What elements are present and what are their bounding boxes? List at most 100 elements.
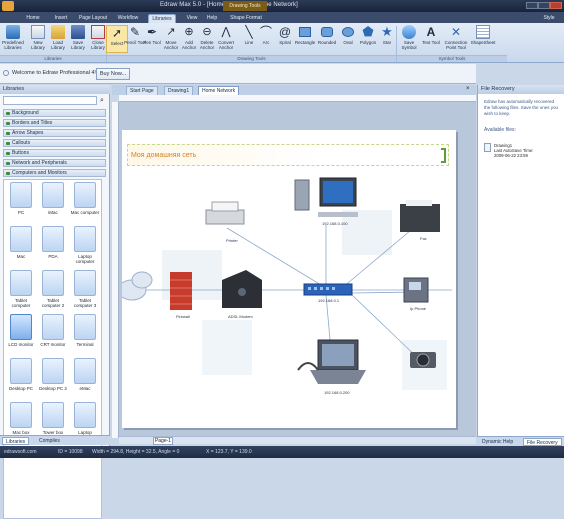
desktop-pc-icon [42,358,64,384]
convert-anchor-button[interactable]: ⋀ Convert Anchor [215,25,237,50]
message-bar: Welcome to Edraw Professional 4! Buy Now… [0,64,476,84]
fax-device[interactable] [400,200,440,232]
shape-pda[interactable]: PDA [38,226,68,268]
text-tool-button[interactable]: A Text Tool [420,25,442,45]
buy-now-button[interactable]: Buy Now... [96,68,130,80]
file-recovery-pane: File Recovery Edraw has automatically re… [477,85,564,436]
shape-tablet-computer-3[interactable]: Tablet computer 3 [70,270,100,312]
category-callouts[interactable]: Callouts [3,139,106,147]
spiral-tool-button[interactable]: @ Spiral [274,25,296,45]
tablet-icon [42,270,64,296]
shape-lcd-monitor[interactable]: LCD monitor [6,314,36,356]
rounded-tool-button[interactable]: Rounded [316,25,338,45]
tab-shape-format[interactable]: Shape Format [226,14,266,23]
tower-box-icon [42,402,64,428]
firewall-device[interactable] [170,272,192,310]
category-background[interactable]: Background [3,109,106,117]
doc-tab-home-network[interactable]: Home Network [198,86,240,95]
minimize-button[interactable] [526,2,538,9]
category-arrow-shapes[interactable]: Arrow Shapes [3,129,106,137]
predefined-libraries-button[interactable]: Predefined Libraries [2,25,24,50]
star-tool-button[interactable]: ★ Star [376,25,398,46]
shapesheet-button[interactable]: ShapeSheet [470,25,496,45]
tab-dynamic-help[interactable]: Dynamic Help [479,438,516,446]
save-library-button[interactable]: Save Library [67,25,89,50]
status-bar: edrawsoft.com ID = 10098 Width = 294.8, … [0,446,564,458]
welcome-text: Welcome to Edraw Professional 4! [12,70,96,76]
tab-compiles[interactable]: Compiles [36,437,63,445]
headset-device[interactable] [297,362,319,371]
maximize-button[interactable] [538,2,550,9]
new-library-icon [31,25,45,39]
close-library-icon [91,25,105,39]
desktop-pc-icon [10,358,32,384]
shape-crt-monitor[interactable]: CRT monitor [38,314,68,356]
shape-desktop-pc[interactable]: Desktop PC [6,358,36,400]
category-icon [6,132,10,135]
lcd-monitor-icon [10,314,32,340]
shape-tablet-computer[interactable]: Tablet computer [6,270,36,312]
recovery-description: Edraw has automatically recovered the fo… [484,99,559,116]
load-library-button[interactable]: Load Library [47,25,69,50]
shape-imac[interactable]: iMac [38,182,68,224]
save-symbol-button[interactable]: Save Symbol [398,25,420,50]
tab-home[interactable]: Home [22,14,44,23]
shape-laptop-computer[interactable]: Laptop computer [70,226,100,268]
shape-desktop-pc-2[interactable]: Desktop PC 2 [38,358,68,400]
camera-device[interactable] [410,352,436,368]
shape-terminal[interactable]: Terminal [70,314,100,356]
category-computers-and-monitors[interactable]: Computers and Monitors [3,169,106,177]
tab-view[interactable]: View [182,14,202,23]
page-tab-1[interactable]: Page-1 [153,437,173,445]
drawing-page[interactable]: Моя домашняя сеть Printer 192.168.0.100 … [122,130,456,428]
horizontal-scrollbar[interactable]: Page-1 [119,436,476,445]
new-library-button[interactable]: New Library [27,25,49,50]
shape-tablet-computer-2[interactable]: Tablet computer 2 [38,270,68,312]
tab-libraries[interactable]: Libraries [148,14,176,23]
shape-mac[interactable]: Mac [6,226,36,268]
oval-tool-button[interactable]: Oval [337,25,359,45]
tab-workflow[interactable]: Workflow [114,14,142,23]
shapesheet-icon [476,25,490,39]
shape-mac-computer[interactable]: Mac computer [70,182,100,224]
doc-tab-start-page[interactable]: Start Page [126,86,158,95]
router-device[interactable] [303,283,353,296]
shape-emac[interactable]: eMac [70,358,100,400]
laptop-device[interactable] [310,339,366,384]
close-doc-icon[interactable]: × [466,86,470,92]
connection-point-tool-button[interactable]: ✕ Connection Point Tool [443,25,469,50]
group-symbol-tools-label: Symbol Tools [397,55,507,62]
shape-gallery: PC iMac Mac computer Mac PDA Laptop comp… [3,179,102,519]
category-icon [6,152,10,155]
title-bar: Edraw Max 5.0 - [Home Network - Home Net… [0,0,564,12]
tab-insert[interactable]: Insert [50,14,72,23]
recovered-file-item[interactable]: Drawing1 Last AutoSave Time: 2009-06-22 … [484,143,560,169]
tab-page-layout[interactable]: Page Layout [78,14,108,23]
network-diagram [122,177,452,390]
adsl-modem-device[interactable] [222,270,262,308]
style-menu[interactable]: Style [540,14,558,23]
doc-tab-drawing1[interactable]: Drawing1 [164,86,194,95]
shape-pc[interactable]: PC [6,182,36,224]
group-libraries-label: Libraries [0,55,106,62]
oval-icon [342,27,354,37]
close-button[interactable] [550,2,562,9]
printer-device[interactable] [205,201,245,225]
library-search-input[interactable] [3,96,97,105]
text-tool-icon: A [426,25,436,39]
category-borders-and-titles[interactable]: Borders and Titles [3,119,106,127]
search-icon[interactable]: ⌕ [100,97,104,105]
category-buttons[interactable]: Buttons [3,149,106,157]
document-tabs: Start Page Drawing1 Home Network × [112,85,476,95]
tab-libraries-bottom[interactable]: Libraries [2,437,30,445]
ip-phone-device[interactable] [403,277,429,303]
app-menu-button[interactable] [2,1,14,11]
rectangle-icon [299,27,311,37]
rectangle-tool-button[interactable]: Rectangle [294,25,316,45]
tab-help[interactable]: Help [204,14,220,23]
library-panel-title: Libraries [0,85,110,94]
tab-file-recovery[interactable]: File Recovery [523,438,562,446]
crt-monitor-icon [42,314,64,340]
category-network-and-peripherals[interactable]: Network and Peripherals [3,159,106,167]
mac-box-icon [10,402,32,428]
